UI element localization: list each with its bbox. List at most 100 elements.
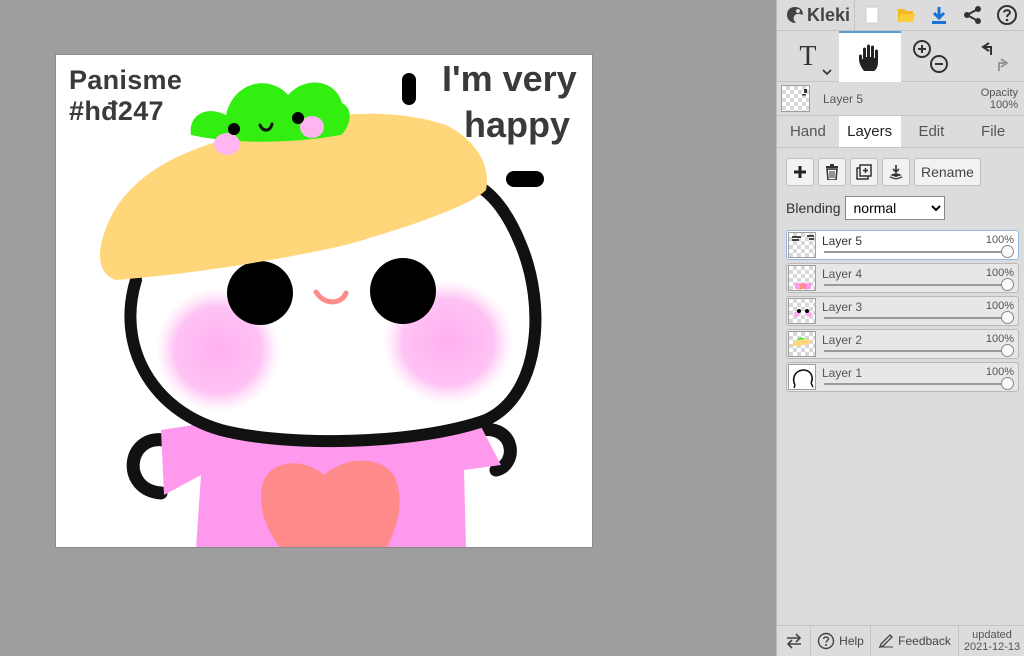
rename-layer-button[interactable]: Rename	[914, 158, 981, 186]
layer-5-opacity: 100%	[985, 234, 1014, 246]
undo-redo-icon	[981, 41, 1009, 71]
layer-actions: Rename	[786, 158, 1016, 186]
open-folder-icon	[897, 9, 915, 22]
layer-2-opacity-slider[interactable]	[824, 350, 1007, 352]
layer-4-thumbnail	[788, 265, 816, 291]
tab-hand[interactable]: Hand	[777, 116, 839, 147]
help-button[interactable]	[990, 0, 1024, 31]
new-file-button[interactable]	[855, 0, 889, 31]
drawing-canvas[interactable]: Panisme #hđ247 I'm very happy	[55, 54, 593, 548]
blending-row: Blending normal	[786, 196, 1016, 220]
canvas-speech-line1: I'm very	[442, 58, 577, 99]
layer-4-opacity-handle[interactable]	[1001, 278, 1014, 291]
top-bar: Kleki	[777, 0, 1024, 31]
bottom-bar: Help Feedback updated 2021-12-13	[777, 625, 1024, 656]
feedback-link[interactable]: Feedback	[871, 625, 959, 656]
brand-name: Kleki	[807, 4, 851, 25]
duplicate-layer-button[interactable]	[850, 158, 878, 186]
share-button[interactable]	[956, 0, 990, 31]
layer-4-opacity-slider[interactable]	[824, 284, 1007, 286]
layer-4-opacity: 100%	[985, 267, 1014, 279]
speech-dash-right	[506, 171, 544, 187]
swap-side-button[interactable]	[777, 625, 811, 656]
download-button[interactable]	[922, 0, 956, 31]
right-eye	[370, 258, 436, 324]
updated-date: 2021-12-13	[963, 641, 1021, 653]
zoom-tool-button[interactable]	[901, 31, 963, 82]
layer-1-opacity-slider[interactable]	[824, 383, 1007, 385]
text-thumbnail-icon	[802, 89, 807, 96]
current-layer-info: Layer 5 Opacity 100%	[777, 82, 1024, 116]
layer-5-name: Layer 5	[822, 234, 863, 248]
speech-dash-top	[402, 73, 416, 105]
hat-left-blush	[214, 133, 240, 155]
layer-row-4[interactable]: Layer 4 100%	[786, 263, 1019, 293]
hand-tool-button[interactable]	[838, 31, 901, 82]
hand-icon	[858, 44, 878, 71]
help-link[interactable]: Help	[811, 625, 871, 656]
undo-redo-button[interactable]	[962, 31, 1024, 82]
layer-3-opacity-handle[interactable]	[1001, 311, 1014, 324]
swap-arrows-icon	[786, 633, 801, 649]
layer-3-thumbnail	[788, 298, 816, 324]
tab-edit[interactable]: Edit	[901, 116, 963, 147]
layer-row-5[interactable]: Layer 5 100%	[786, 230, 1019, 260]
blending-label: Blending	[786, 200, 841, 216]
layer-4-preview-icon	[795, 283, 811, 289]
open-folder-button[interactable]	[889, 0, 923, 31]
current-layer-name: Layer 5	[823, 91, 864, 106]
layer-3-name: Layer 3	[822, 300, 863, 314]
layer-2-opacity-handle[interactable]	[1001, 344, 1014, 357]
layer-1-name: Layer 1	[822, 366, 863, 380]
download-icon	[932, 7, 947, 24]
kleki-brand[interactable]: Kleki	[777, 0, 855, 31]
heart-shape	[261, 460, 400, 547]
add-layer-button[interactable]	[786, 158, 814, 186]
canvas-speech-line2: happy	[464, 104, 571, 145]
tab-layers[interactable]: Layers	[838, 116, 901, 147]
delete-layer-button[interactable]	[818, 158, 846, 186]
merge-down-icon	[889, 165, 903, 180]
layer-2-name: Layer 2	[822, 333, 863, 347]
merge-layer-button[interactable]	[882, 158, 910, 186]
hat-right-eye	[292, 112, 304, 124]
layer-1-opacity-handle[interactable]	[1001, 377, 1014, 390]
new-file-icon	[865, 6, 879, 24]
layer-2-thumbnail	[788, 331, 816, 357]
share-icon	[964, 6, 982, 24]
updated-info[interactable]: updated 2021-12-13	[959, 629, 1024, 653]
zoom-in-out-icon	[913, 39, 949, 73]
left-eye	[227, 261, 293, 325]
layer-5-opacity-slider[interactable]	[824, 251, 1007, 253]
layer-row-2[interactable]: Layer 2 100%	[786, 329, 1019, 359]
layer-1-preview-icon	[792, 369, 814, 389]
feedback-label: Feedback	[898, 634, 951, 648]
trash-icon	[826, 164, 838, 180]
opacity-value: 100%	[989, 98, 1018, 111]
tool-row: T	[777, 31, 1024, 82]
plus-icon	[794, 166, 806, 178]
layer-5-thumbnail	[788, 232, 816, 258]
current-layer-thumbnail	[781, 85, 810, 112]
layer-5-opacity-handle[interactable]	[1001, 245, 1014, 258]
panel-tabs: Hand Layers Edit File	[777, 116, 1024, 148]
canvas-text-code: #hđ247	[69, 96, 164, 126]
leaf-shape	[190, 82, 350, 142]
layer-row-1[interactable]: Layer 1 100%	[786, 362, 1019, 392]
layer-list: Layer 5 100% Layer 4 100% Layer 3 100% L…	[786, 230, 1019, 392]
canvas-workspace[interactable]: Panisme #hđ247 I'm very happy	[0, 0, 776, 656]
canvas-text-author: Panisme	[69, 65, 183, 95]
updated-label: updated	[972, 629, 1012, 641]
hat-left-eye	[228, 123, 240, 135]
tab-file[interactable]: File	[962, 116, 1024, 147]
blending-select[interactable]: normal	[844, 196, 945, 220]
side-panel: Kleki T Layer 5 Opacity 100% Hand Layers…	[776, 0, 1024, 656]
layer-1-opacity: 100%	[985, 366, 1014, 378]
text-tool-button[interactable]: T	[777, 31, 839, 82]
layers-panel: Rename Blending normal Layer 5 100% Laye…	[777, 148, 1024, 392]
help-label: Help	[839, 634, 864, 648]
layer-1-thumbnail	[788, 364, 816, 390]
layer-3-opacity-slider[interactable]	[824, 317, 1007, 319]
help-icon	[997, 5, 1018, 25]
layer-row-3[interactable]: Layer 3 100%	[786, 296, 1019, 326]
